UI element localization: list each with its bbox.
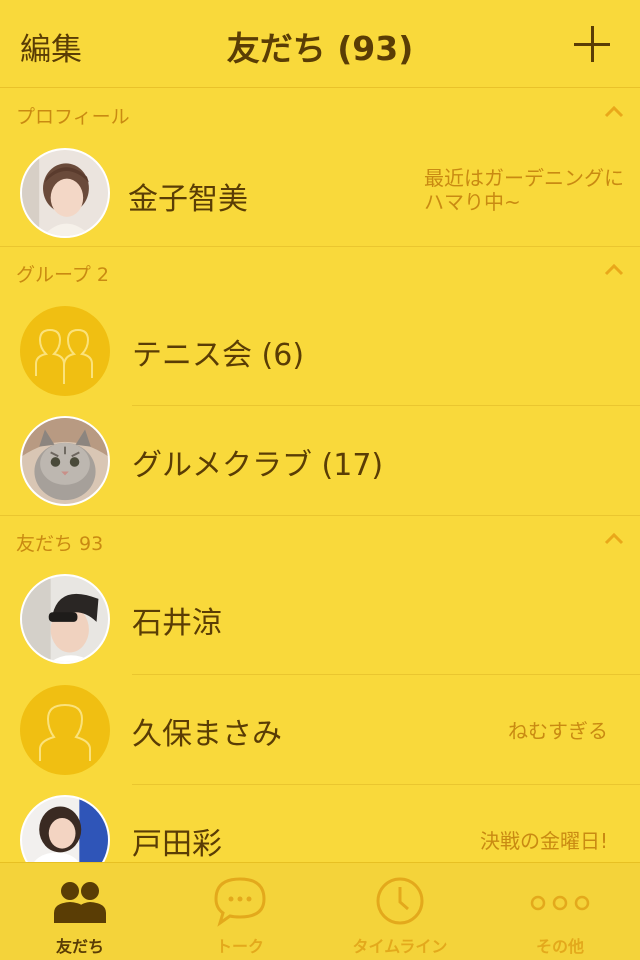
group-name: グルメクラブ (17) — [132, 448, 384, 483]
navigation-bar: 編集 友だち (93) — [0, 0, 640, 88]
tab-timeline[interactable]: タイムライン — [320, 863, 480, 960]
list-item[interactable]: テニス会 (6) — [0, 296, 640, 406]
divider — [0, 246, 640, 247]
chevron-up-icon[interactable] — [604, 104, 624, 118]
section-label-friends: 友だち 93 — [16, 533, 104, 555]
group-placeholder-icon — [20, 306, 110, 396]
profile-status: 最近はガーデニングにハマり中~ — [424, 166, 624, 214]
tab-more[interactable]: その他 — [480, 863, 640, 960]
list-item[interactable]: グルメクラブ (17) — [0, 406, 640, 516]
friend-name: 戸田彩 — [132, 827, 222, 862]
tab-talk[interactable]: トーク — [160, 863, 320, 960]
friends-icon — [54, 882, 106, 923]
clock-icon — [376, 877, 424, 925]
tab-label: 友だち — [55, 937, 104, 956]
profile-name: 金子智美 — [128, 182, 248, 217]
group-name: テニス会 (6) — [132, 338, 305, 373]
friend-status: ねむすぎる — [508, 719, 608, 743]
section-header-profile[interactable]: プロフィール — [0, 90, 640, 134]
tab-bar: 友だち トーク タイムライン その他 — [0, 862, 640, 960]
plus-icon[interactable] — [574, 26, 610, 62]
chevron-up-icon[interactable] — [604, 531, 624, 545]
friend-name: 久保まさみ — [132, 717, 282, 752]
divider — [0, 515, 640, 516]
tab-label: トーク — [215, 937, 264, 956]
avatar — [20, 148, 110, 238]
person-placeholder-icon — [20, 685, 110, 775]
tab-friends[interactable]: 友だち — [0, 863, 160, 960]
chat-bubble-icon — [214, 877, 266, 927]
section-label-profile: プロフィール — [16, 106, 130, 128]
list-item[interactable]: 久保まさみ ねむすぎる — [0, 675, 640, 785]
friend-name: 石井涼 — [132, 606, 222, 641]
friend-status: 決戦の金曜日! — [479, 829, 608, 853]
list-item[interactable]: 石井涼 — [0, 564, 640, 674]
more-dots-icon — [530, 895, 590, 911]
chevron-up-icon[interactable] — [604, 262, 624, 276]
avatar — [20, 416, 110, 506]
section-label-groups: グループ 2 — [16, 264, 109, 286]
tab-label: タイムライン — [352, 937, 448, 956]
page-title: 友だち (93) — [226, 29, 414, 68]
profile-row[interactable]: 金子智美 最近はガーデニングにハマり中~ — [0, 138, 640, 248]
avatar — [20, 574, 110, 664]
tab-label: その他 — [535, 937, 584, 956]
section-header-groups[interactable]: グループ 2 — [0, 248, 640, 292]
section-header-friends[interactable]: 友だち 93 — [0, 517, 640, 561]
